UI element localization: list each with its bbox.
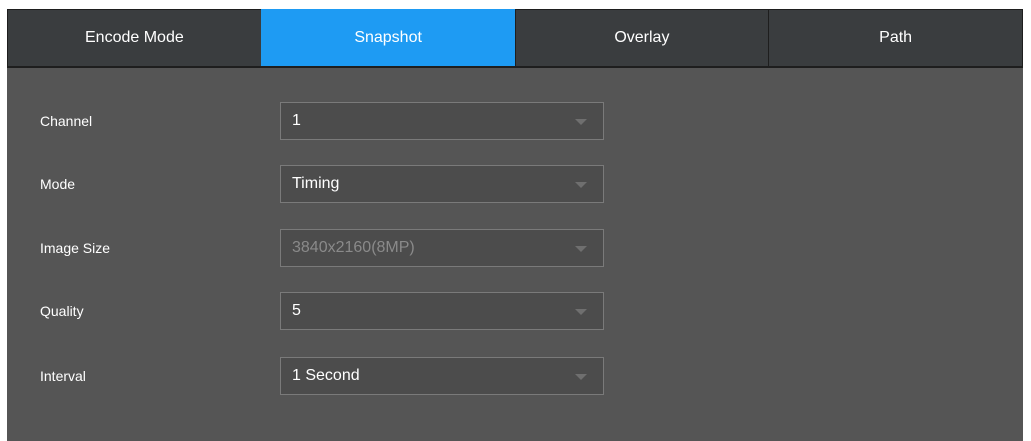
settings-content: Channel 1 Mode Timing Image Size 3840x21… [7, 68, 1023, 441]
image-size-select: 3840x2160(8MP) [280, 229, 604, 267]
channel-row: Channel 1 [7, 102, 707, 140]
channel-select[interactable]: 1 [280, 102, 604, 140]
chevron-down-icon [575, 182, 587, 188]
tab-encode-mode[interactable]: Encode Mode [7, 9, 261, 66]
quality-select[interactable]: 5 [280, 292, 604, 330]
tab-snapshot[interactable]: Snapshot [260, 9, 515, 66]
chevron-down-icon [575, 119, 587, 125]
tab-label: Overlay [614, 29, 670, 46]
chevron-down-icon [575, 246, 587, 252]
chevron-down-icon [575, 374, 587, 380]
interval-select[interactable]: 1 Second [280, 357, 604, 395]
interval-row: Interval 1 Second [7, 357, 707, 395]
quality-label: Quality [40, 303, 84, 319]
image-size-row: Image Size 3840x2160(8MP) [7, 229, 707, 267]
tab-overlay[interactable]: Overlay [514, 9, 769, 66]
quality-row: Quality 5 [7, 292, 707, 330]
quality-value: 5 [292, 302, 301, 319]
image-size-value: 3840x2160(8MP) [292, 239, 415, 256]
channel-value: 1 [292, 112, 301, 129]
mode-select[interactable]: Timing [280, 165, 604, 203]
mode-value: Timing [292, 175, 340, 192]
tab-label: Snapshot [354, 29, 422, 46]
tab-path[interactable]: Path [768, 9, 1023, 66]
image-size-label: Image Size [40, 240, 111, 256]
chevron-down-icon [575, 309, 587, 315]
channel-label: Channel [40, 113, 93, 129]
snapshot-settings-panel: Encode Mode Snapshot Overlay Path Channe… [7, 9, 1023, 441]
mode-label: Mode [40, 176, 76, 192]
interval-label: Interval [40, 368, 86, 384]
interval-value: 1 Second [292, 367, 360, 384]
mode-row: Mode Timing [7, 165, 707, 203]
tab-label: Encode Mode [85, 29, 184, 46]
tab-bar: Encode Mode Snapshot Overlay Path [7, 9, 1023, 68]
tab-label: Path [879, 29, 913, 46]
